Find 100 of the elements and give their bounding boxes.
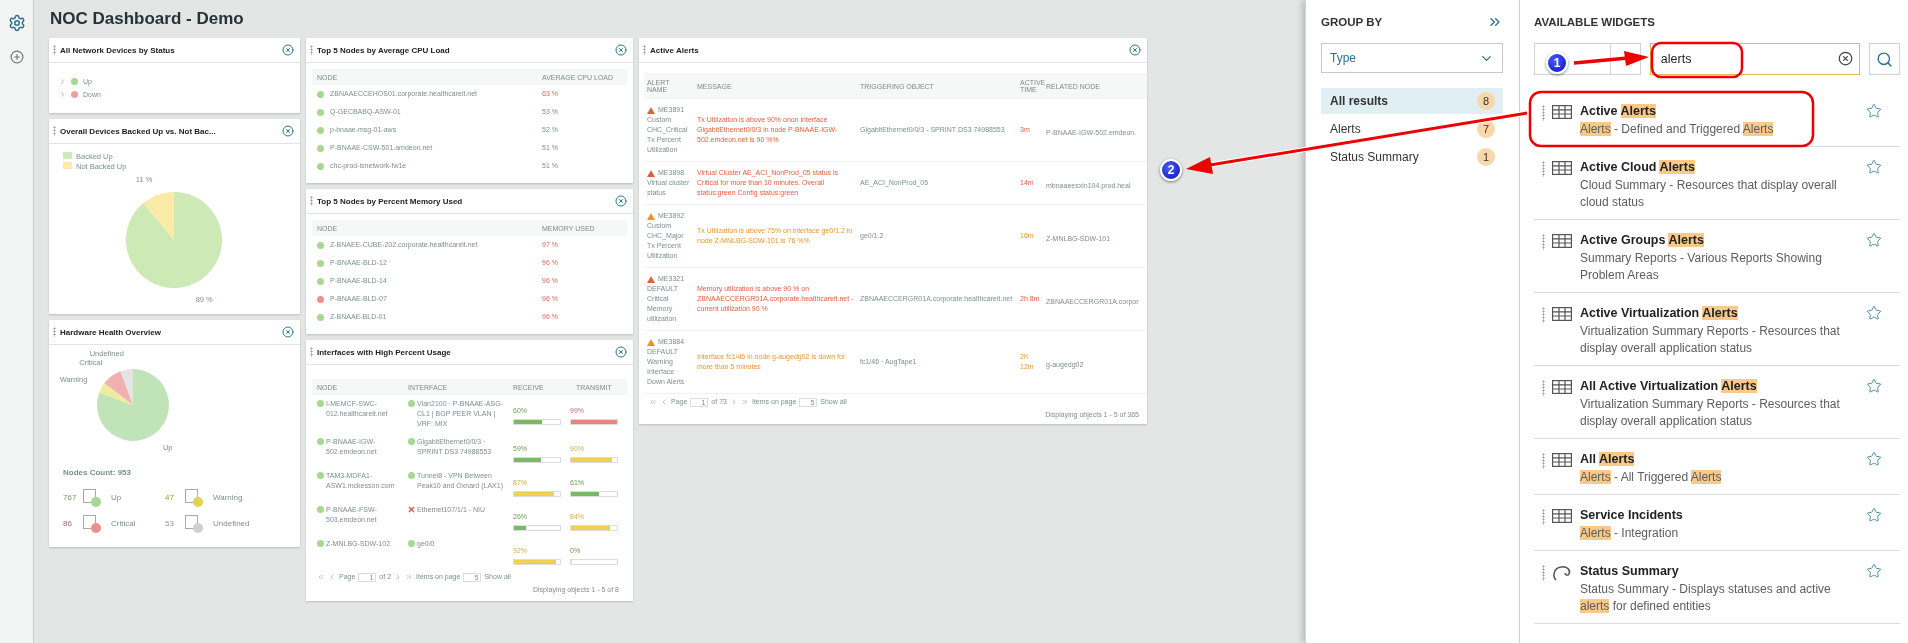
widget-name[interactable]: Active Cloud Alerts [1580,159,1858,175]
dashboard-title: NOC Dashboard - Demo [50,9,245,29]
drag-handle-icon[interactable] [1542,380,1545,396]
usage-bar [570,559,618,565]
status-count: 767 [63,493,78,503]
usage-bar [513,559,561,565]
widget-title: Hardware Health Overview [60,327,162,337]
widget-title: Top 5 Nodes by Percent Memory Used [317,196,464,206]
widget-description: Alerts - Integration [1580,525,1680,542]
usage-bar [513,457,561,463]
widget-title: Active Alerts [650,45,700,55]
drag-handle-icon[interactable] [1542,509,1545,525]
expand-icon[interactable] [59,78,66,85]
usage-bar [513,525,561,531]
status-count: 86 [63,519,73,529]
drag-handle-icon[interactable] [53,126,56,136]
usage-bar [570,457,618,463]
expand-icon[interactable] [59,91,66,98]
table-icon [1552,509,1572,523]
status-count: 53 [165,519,175,529]
widget-name[interactable]: Status Summary [1580,563,1858,579]
table-icon [1552,234,1572,248]
status-count: 47 [165,493,175,503]
table-icon [1552,380,1572,394]
widget-name[interactable]: Active Groups Alerts [1580,232,1858,248]
drag-handle-icon[interactable] [1542,161,1545,177]
drag-handle-icon[interactable] [53,45,56,55]
drag-handle-icon[interactable] [643,45,646,55]
favorite-star-icon[interactable] [1866,232,1882,248]
table-icon [1552,453,1572,467]
drag-handle-icon[interactable] [53,327,56,337]
widget-title: Interfaces with High Percent Usage [317,347,452,357]
settings-icon[interactable] [7,14,26,32]
last-page-icon[interactable] [405,573,414,581]
count-badge: 1 [1477,148,1495,166]
widget-description: Virtualization Summary Reports - Resources that display overall application status [1580,396,1841,430]
widget-title: Top 5 Nodes by Average CPU Load [317,45,451,55]
gauge-icon [1552,565,1572,581]
status-label: Warning [213,493,244,503]
close-icon[interactable] [615,44,627,56]
search-button[interactable] [1868,43,1900,75]
usage-bar [570,419,618,425]
drag-handle-icon[interactable] [1542,565,1545,581]
drag-handle-icon[interactable] [1542,453,1545,469]
favorite-star-icon[interactable] [1866,159,1882,175]
favorite-star-icon[interactable] [1866,305,1882,321]
group-item[interactable]: Alerts 7 [1321,116,1503,142]
search-icon [1875,50,1893,68]
favorite-star-icon[interactable] [1866,507,1882,523]
clear-icon[interactable] [1837,51,1853,66]
drag-handle-icon[interactable] [310,45,313,55]
widget-name[interactable]: All Alerts [1580,451,1858,467]
close-icon[interactable] [615,346,627,358]
add-icon[interactable] [9,50,24,64]
widget-name[interactable]: Active Virtualization Alerts [1580,305,1858,321]
table-icon [1552,105,1572,119]
panel-title: AVAILABLE WIDGETS [1534,16,1655,28]
widget-description: Alerts - Defined and Triggered Alerts [1580,121,1775,138]
status-label: Critical [111,519,137,529]
drag-handle-icon[interactable] [310,347,313,357]
first-page-icon[interactable] [649,398,657,406]
widget-name[interactable]: Active Alerts [1580,103,1858,119]
usage-bar [570,491,618,497]
widget-name[interactable]: All Active Virtualization Alerts [1580,378,1858,394]
last-page-icon[interactable] [740,398,749,406]
previous-page-icon[interactable] [328,573,336,581]
drag-handle-icon[interactable] [1542,105,1545,121]
panel-title: GROUP BY [1321,16,1383,28]
group-item[interactable]: All results 8 [1321,88,1503,114]
widget-description: Status Summary - Displays statuses and active alerts for defined entities [1580,581,1832,615]
close-icon[interactable] [615,195,627,207]
step-badge: 2 [1160,159,1182,181]
nodes-count: Nodes Count: 953 [63,468,131,477]
favorite-star-icon[interactable] [1866,378,1882,394]
close-icon[interactable] [1129,44,1141,56]
favorite-star-icon[interactable] [1866,103,1882,119]
drag-handle-icon[interactable] [1542,307,1545,323]
search-field[interactable]: alerts [1649,43,1860,75]
favorite-star-icon[interactable] [1866,563,1882,579]
status-label: Undefined [213,519,251,529]
group-item[interactable]: Status Summary 1 [1321,144,1503,170]
usage-bar [513,491,561,497]
drag-handle-icon[interactable] [310,196,313,206]
table-icon [1552,161,1572,175]
count-badge: 8 [1477,92,1495,110]
group-by-select[interactable]: Type [1321,43,1503,73]
close-icon[interactable] [282,326,294,338]
widget-description: Summary Reports - Various Reports Showing Problem Areas [1580,250,1823,284]
drag-handle-icon[interactable] [1542,234,1545,250]
usage-bar [570,525,618,531]
widget-title: Overall Devices Backed Up vs. Not Bac... [60,126,217,136]
widget-title: All Network Devices by Status [60,45,176,55]
favorite-star-icon[interactable] [1866,451,1882,467]
widget-description: Alerts - All Triggered Alerts [1580,469,1723,486]
close-icon[interactable] [282,125,294,137]
widget-name[interactable]: Service Incidents [1580,507,1858,523]
widget-description: Cloud Summary - Resources that display overall cloud status [1580,177,1838,211]
previous-page-icon[interactable] [660,398,668,406]
close-icon[interactable] [282,44,294,56]
first-page-icon[interactable] [317,573,325,581]
